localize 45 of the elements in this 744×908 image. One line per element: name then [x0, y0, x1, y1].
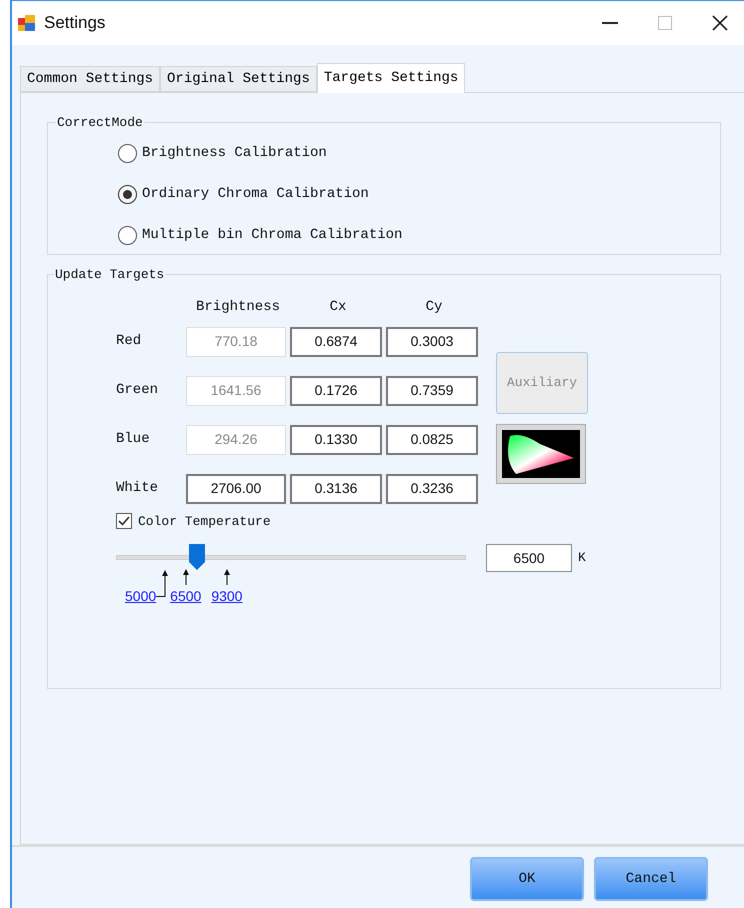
radio-label[interactable]: Ordinary Chroma Calibration — [142, 184, 369, 204]
row-label: Green — [116, 381, 160, 400]
value-field[interactable]: 0.3236 — [386, 474, 478, 504]
column-header: Cy — [424, 298, 444, 317]
radio-label[interactable]: Multiple bin Chroma Calibration — [142, 224, 402, 246]
group-title: Update Targets — [54, 266, 166, 284]
close-icon[interactable] — [712, 15, 728, 31]
window-title: Settings — [44, 12, 106, 34]
arrow-icon — [222, 569, 231, 585]
value-field[interactable]: 0.3003 — [386, 326, 478, 356]
row-label: Red — [116, 332, 142, 351]
value-field[interactable]: 0.6874 — [290, 326, 382, 356]
checkbox-label[interactable]: Color Temperature — [138, 512, 271, 531]
value-field[interactable]: 0.1726 — [290, 376, 382, 406]
value-field[interactable]: 0.7359 — [386, 376, 478, 406]
slider-thumb[interactable] — [189, 544, 206, 570]
value-field[interactable]: 0.1330 — [290, 424, 382, 454]
dialog-button[interactable]: OK — [470, 857, 584, 901]
radio-button[interactable] — [118, 184, 137, 204]
column-header: Brightness — [194, 298, 281, 317]
row-label: White — [116, 479, 160, 498]
app-icon — [18, 15, 36, 31]
preset-link[interactable]: 9300 — [211, 587, 242, 605]
bent-arrow-icon — [156, 569, 170, 597]
radio-button[interactable] — [118, 226, 137, 244]
tab[interactable]: Targets Settings — [316, 63, 466, 93]
tab[interactable]: Common Settings — [20, 66, 160, 92]
preset-link[interactable]: 5000 — [125, 587, 156, 605]
unit-label: K — [578, 549, 586, 568]
tab[interactable]: Original Settings — [160, 66, 317, 92]
group-title: CorrectMode — [56, 114, 144, 132]
column-header: Cx — [328, 298, 348, 317]
preset-link[interactable]: 6500 — [170, 587, 202, 605]
radio-label[interactable]: Brightness Calibration — [142, 142, 327, 164]
radio-button[interactable] — [118, 144, 137, 162]
arrow-icon — [182, 569, 190, 585]
check-icon — [118, 516, 130, 526]
temperature-field[interactable]: 6500 — [486, 544, 572, 572]
value-field[interactable]: 0.3136 — [290, 474, 382, 504]
value-field[interactable]: 2706.00 — [186, 474, 286, 504]
slider[interactable] — [116, 543, 466, 573]
row-label: Blue — [116, 430, 151, 449]
value-field[interactable]: 0.0825 — [386, 424, 478, 454]
dialog-button[interactable]: Cancel — [594, 857, 708, 901]
checkbox[interactable] — [116, 513, 132, 530]
